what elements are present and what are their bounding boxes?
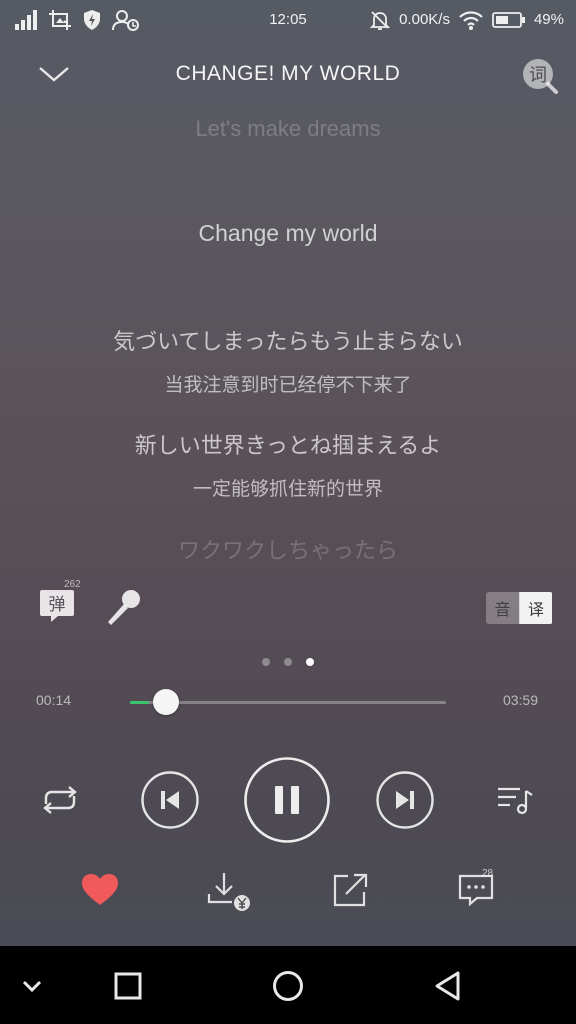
battery-level: 49% [533,11,564,28]
lyric-search-button[interactable]: 词 [520,56,560,96]
song-title: CHANGE! MY WORLD [175,62,401,85]
page-dot [284,658,292,666]
lyric-mode-toggle[interactable]: 音 译 [486,592,553,624]
repeat-icon [43,786,77,814]
playlist-icon [498,787,533,815]
lyric-line-jp: 新しい世界きっとね掴まえるよ [134,434,442,459]
battery-icon [492,10,526,30]
chevron-down-icon [22,980,42,993]
next-button[interactable] [375,770,435,830]
microphone-icon [108,590,140,625]
lyric-search-icon: 词 [523,59,558,94]
lyric-line-jp: 気づいてしまったらもう止まらない [113,330,463,355]
skip-next-icon [376,771,434,829]
page-indicator [0,658,576,666]
playlist-button[interactable] [494,784,536,816]
toggle-translation[interactable]: 译 [519,592,552,624]
like-button[interactable] [80,872,120,908]
danmaku-icon: 弹 [40,590,74,622]
repeat-mode-button[interactable] [38,784,82,816]
page-dot [262,658,270,666]
heart-icon [82,874,118,905]
lyric-current: Change my world [198,220,378,246]
share-icon [333,873,368,907]
page-dot [306,658,314,666]
square-icon [114,972,142,1000]
mute-icon [369,9,391,31]
skip-previous-icon [141,771,199,829]
net-speed: 0.00K/s [399,11,450,28]
seek-thumb[interactable] [152,689,179,715]
nav-home-button[interactable] [268,966,308,1006]
comment-count: 28 [482,868,494,879]
status-bar: 12:05 0.00K/s 49% [0,0,576,40]
nav-recents-button[interactable] [108,966,148,1006]
nav-hide-button[interactable] [12,966,52,1006]
download-button[interactable] [206,870,254,914]
current-time: 00:14 [36,692,72,708]
toggle-phonetic[interactable]: 音 [486,592,519,624]
danmaku-button[interactable]: 弹 [38,588,76,624]
lyric-line-translation: 当我注意到时已经停不下来了 [164,374,412,396]
circle-icon [273,971,303,1001]
lyric-next: ワクワクしちゃったら [177,539,398,564]
wifi-icon [458,9,484,31]
player-header: CHANGE! MY WORLD 词 [0,50,576,98]
player-screen: 12:05 0.00K/s 49% CHANGE! MY WORLD 词 Let… [0,0,576,946]
navigation-bar [0,946,576,1024]
lyric-line-translation: 一定能够抓住新的世界 [192,478,383,500]
seek-bar[interactable] [130,689,446,715]
previous-button[interactable] [140,770,200,830]
pause-icon [244,757,330,843]
total-time: 03:59 [502,692,538,708]
lyric-previous: Let's make dreams [195,116,381,141]
karaoke-mic-button[interactable] [104,588,142,628]
download-paid-icon [207,873,250,911]
lyric-search-label: 词 [529,65,547,86]
danmaku-count: 262 [64,579,81,590]
seek-bar-fill [130,701,149,704]
pause-button[interactable] [243,756,331,844]
triangle-back-icon [435,971,460,1001]
nav-back-button[interactable] [428,966,468,1006]
danmaku-label: 弹 [49,595,66,615]
share-button[interactable] [332,872,370,908]
